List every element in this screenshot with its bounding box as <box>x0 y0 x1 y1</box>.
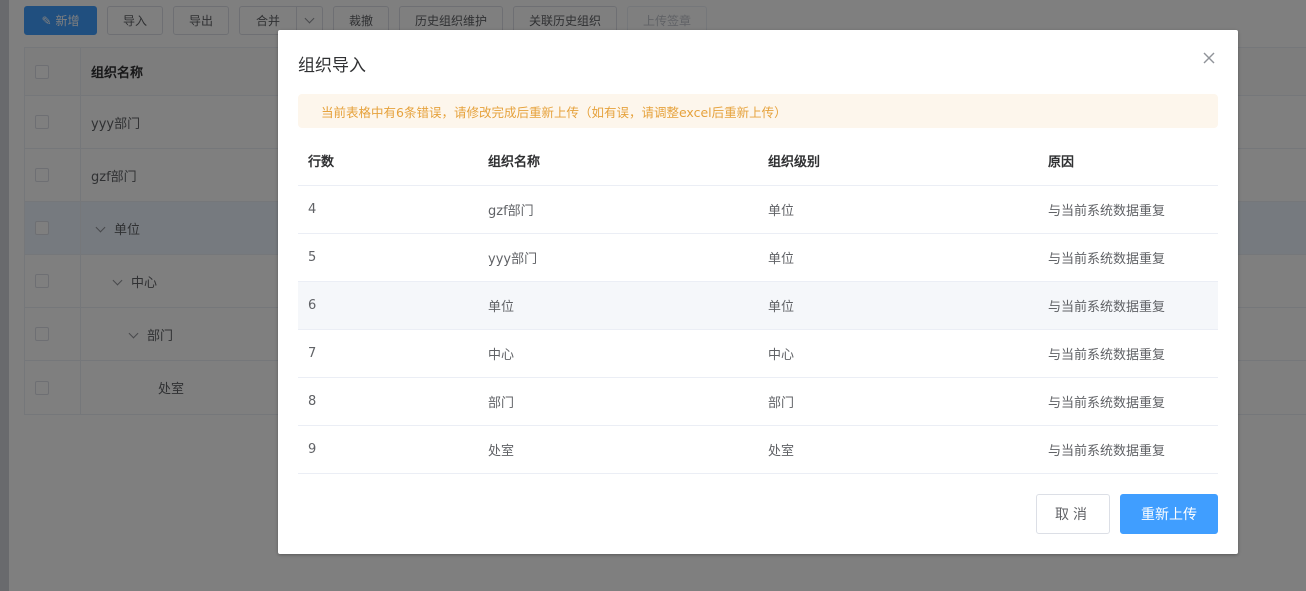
org-level-cell: 单位 <box>758 233 1038 282</box>
row-number-cell: 5 <box>298 233 478 282</box>
reason-cell: 与当前系统数据重复 <box>1038 377 1218 426</box>
table-row: 4 gzf部门 单位 与当前系统数据重复 <box>298 185 1218 234</box>
org-name-cell: 处室 <box>478 425 758 474</box>
error-alert-text: 当前表格中有6条错误，请修改完成后重新上传（如有误，请调整excel后重新上传） <box>321 104 787 120</box>
org-level-cell: 部门 <box>758 377 1038 426</box>
row-number-cell: 4 <box>298 185 478 234</box>
org-name-cell: yyy部门 <box>478 233 758 282</box>
dialog-title: 组织导入 <box>298 56 366 76</box>
reason-cell: 与当前系统数据重复 <box>1038 185 1218 234</box>
org-name-cell: 中心 <box>478 329 758 378</box>
reason-cell: 与当前系统数据重复 <box>1038 281 1218 330</box>
col-row-number: 行数 <box>298 137 478 186</box>
row-number-cell: 8 <box>298 377 478 426</box>
org-name-cell: 部门 <box>478 377 758 426</box>
col-reason: 原因 <box>1038 137 1218 186</box>
table-row: 6 单位 单位 与当前系统数据重复 <box>298 281 1218 330</box>
col-org-level: 组织级别 <box>758 137 1038 186</box>
row-number-cell: 6 <box>298 281 478 330</box>
org-level-cell: 单位 <box>758 281 1038 330</box>
org-name-cell: 单位 <box>478 281 758 330</box>
reason-cell: 与当前系统数据重复 <box>1038 425 1218 474</box>
table-row: 5 yyy部门 单位 与当前系统数据重复 <box>298 233 1218 282</box>
org-import-dialog: 组织导入 当前表格中有6条错误，请修改完成后重新上传（如有误，请调整excel后… <box>278 30 1238 554</box>
row-number-cell: 7 <box>298 329 478 378</box>
table-row: 9 处室 处室 与当前系统数据重复 <box>298 425 1218 474</box>
reupload-button-label: 重新上传 <box>1141 507 1197 523</box>
reupload-button[interactable]: 重新上传 <box>1120 494 1218 534</box>
reason-cell: 与当前系统数据重复 <box>1038 329 1218 378</box>
org-name-cell: gzf部门 <box>478 185 758 234</box>
table-header-row: 行数 组织名称 组织级别 原因 <box>298 137 1218 186</box>
error-alert: 当前表格中有6条错误，请修改完成后重新上传（如有误，请调整excel后重新上传） <box>298 94 1218 128</box>
table-row: 7 中心 中心 与当前系统数据重复 <box>298 329 1218 378</box>
org-level-cell: 处室 <box>758 425 1038 474</box>
reason-cell: 与当前系统数据重复 <box>1038 233 1218 282</box>
close-icon[interactable] <box>1202 51 1216 65</box>
row-number-cell: 9 <box>298 425 478 474</box>
import-errors-table: 行数 组织名称 组织级别 原因 4 gzf部门 单位 与当前系统数据重复 5 y… <box>298 137 1218 474</box>
cancel-button[interactable]: 取消 <box>1036 494 1110 534</box>
cancel-button-label: 取消 <box>1055 507 1091 523</box>
org-level-cell: 中心 <box>758 329 1038 378</box>
col-org-name: 组织名称 <box>478 137 758 186</box>
org-level-cell: 单位 <box>758 185 1038 234</box>
table-row: 8 部门 部门 与当前系统数据重复 <box>298 377 1218 426</box>
